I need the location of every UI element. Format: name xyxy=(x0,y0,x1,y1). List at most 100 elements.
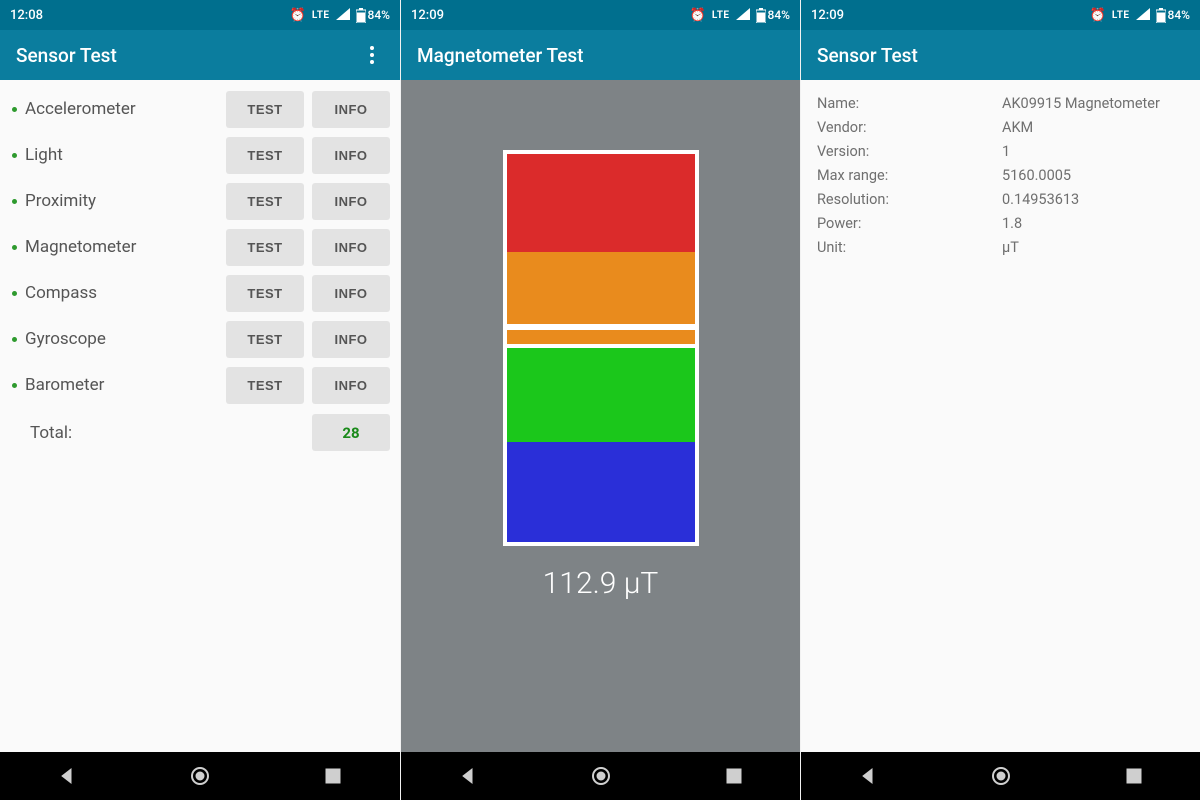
nav-recent-icon[interactable] xyxy=(303,756,363,796)
signal-icon xyxy=(1136,8,1150,23)
app-bar-title: Sensor Test xyxy=(16,44,360,67)
nav-bar xyxy=(0,752,400,800)
sensor-label: Barometer xyxy=(25,375,226,395)
status-time: 12:09 xyxy=(411,8,444,23)
gauge-band-red xyxy=(507,154,695,252)
app-bar: Magnetometer Test xyxy=(401,30,800,80)
app-bar-title: Magnetometer Test xyxy=(417,44,784,67)
info-button[interactable]: INFO xyxy=(312,183,390,220)
nav-home-icon[interactable] xyxy=(571,756,631,796)
info-value: AK09915 Magnetometer xyxy=(1002,92,1184,116)
signal-icon xyxy=(336,8,350,23)
sensor-row-accelerometer: Accelerometer TEST INFO xyxy=(0,86,400,132)
info-row-unit: Unit:µT xyxy=(817,236,1184,260)
info-key: Power: xyxy=(817,212,1002,236)
nav-back-icon[interactable] xyxy=(838,756,898,796)
info-value: AKM xyxy=(1002,116,1184,140)
content-area: Accelerometer TEST INFO Light TEST INFO xyxy=(0,80,400,752)
gauge-band-green xyxy=(507,348,695,443)
nav-home-icon[interactable] xyxy=(170,756,230,796)
battery-percent: 84% xyxy=(1168,8,1190,22)
test-button[interactable]: TEST xyxy=(226,137,304,174)
info-button[interactable]: INFO xyxy=(312,91,390,128)
info-row-vendor: Vendor:AKM xyxy=(817,116,1184,140)
sensor-row-compass: Compass TEST INFO xyxy=(0,270,400,316)
info-value: µT xyxy=(1002,236,1184,260)
info-row-resolution: Resolution:0.14953613 xyxy=(817,188,1184,212)
test-button[interactable]: TEST xyxy=(226,321,304,358)
info-key: Unit: xyxy=(817,236,1002,260)
info-value: 1 xyxy=(1002,140,1184,164)
info-key: Vendor: xyxy=(817,116,1002,140)
test-button[interactable]: TEST xyxy=(226,367,304,404)
status-dot-icon xyxy=(12,199,17,204)
battery-percent: 84% xyxy=(768,8,790,22)
status-dot-icon xyxy=(12,291,17,296)
status-dot-icon xyxy=(12,245,17,250)
sensor-row-barometer: Barometer TEST INFO xyxy=(0,362,400,408)
sensor-row-magnetometer: Magnetometer TEST INFO xyxy=(0,224,400,270)
battery-icon: 84% xyxy=(356,8,390,23)
magnetometer-reading: 112.9 µT xyxy=(543,566,659,601)
sensor-label: Gyroscope xyxy=(25,329,226,349)
phone-screen-sensor-info: 12:09 ⏰ LTE 84% Sensor Test Name:AK09915… xyxy=(800,0,1200,800)
status-bar: 12:09 ⏰ LTE 84% xyxy=(801,0,1200,30)
nav-bar xyxy=(401,752,800,800)
gauge-band-orange-lower xyxy=(507,330,695,344)
nav-back-icon[interactable] xyxy=(37,756,97,796)
nav-back-icon[interactable] xyxy=(438,756,498,796)
gauge-band-blue xyxy=(507,442,695,542)
app-bar-title: Sensor Test xyxy=(817,44,1184,67)
app-bar: Sensor Test xyxy=(801,30,1200,80)
info-button[interactable]: INFO xyxy=(312,321,390,358)
nav-home-icon[interactable] xyxy=(971,756,1031,796)
status-dot-icon xyxy=(12,153,17,158)
sensor-label: Proximity xyxy=(25,191,226,211)
test-button[interactable]: TEST xyxy=(226,229,304,266)
status-bar: 12:08 ⏰ LTE 84% xyxy=(0,0,400,30)
nav-recent-icon[interactable] xyxy=(704,756,764,796)
sensor-row-proximity: Proximity TEST INFO xyxy=(0,178,400,224)
nav-bar xyxy=(801,752,1200,800)
battery-icon: 84% xyxy=(1156,8,1190,23)
gauge-band-orange xyxy=(507,252,695,324)
test-button[interactable]: TEST xyxy=(226,275,304,312)
network-lte-label: LTE xyxy=(712,10,730,21)
info-row-name: Name:AK09915 Magnetometer xyxy=(817,92,1184,116)
alarm-icon: ⏰ xyxy=(1090,8,1106,23)
info-key: Max range: xyxy=(817,164,1002,188)
info-key: Resolution: xyxy=(817,188,1002,212)
test-button[interactable]: TEST xyxy=(226,183,304,220)
info-button[interactable]: INFO xyxy=(312,137,390,174)
nav-recent-icon[interactable] xyxy=(1104,756,1164,796)
total-count-badge: 28 xyxy=(312,414,390,451)
info-button[interactable]: INFO xyxy=(312,229,390,266)
info-button[interactable]: INFO xyxy=(312,367,390,404)
sensor-label: Compass xyxy=(25,283,226,303)
overflow-menu-icon[interactable] xyxy=(360,43,384,67)
info-row-maxrange: Max range:5160.0005 xyxy=(817,164,1184,188)
status-dot-icon xyxy=(12,383,17,388)
test-button[interactable]: TEST xyxy=(226,91,304,128)
info-row-power: Power:1.8 xyxy=(817,212,1184,236)
alarm-icon: ⏰ xyxy=(690,8,706,23)
content-area: 112.9 µT xyxy=(401,80,800,752)
info-key: Version: xyxy=(817,140,1002,164)
status-time: 12:08 xyxy=(10,8,43,23)
alarm-icon: ⏰ xyxy=(290,8,306,23)
sensor-label: Accelerometer xyxy=(25,99,226,119)
sensor-row-gyroscope: Gyroscope TEST INFO xyxy=(0,316,400,362)
sensor-total-row: Total: 28 xyxy=(0,408,400,457)
battery-icon: 84% xyxy=(756,8,790,23)
battery-percent: 84% xyxy=(368,8,390,22)
sensor-label: Light xyxy=(25,145,226,165)
status-time: 12:09 xyxy=(811,8,844,23)
status-bar: 12:09 ⏰ LTE 84% xyxy=(401,0,800,30)
info-key: Name: xyxy=(817,92,1002,116)
info-button[interactable]: INFO xyxy=(312,275,390,312)
info-value: 1.8 xyxy=(1002,212,1184,236)
status-dot-icon xyxy=(12,337,17,342)
sensor-row-light: Light TEST INFO xyxy=(0,132,400,178)
info-value: 0.14953613 xyxy=(1002,188,1184,212)
info-row-version: Version:1 xyxy=(817,140,1184,164)
